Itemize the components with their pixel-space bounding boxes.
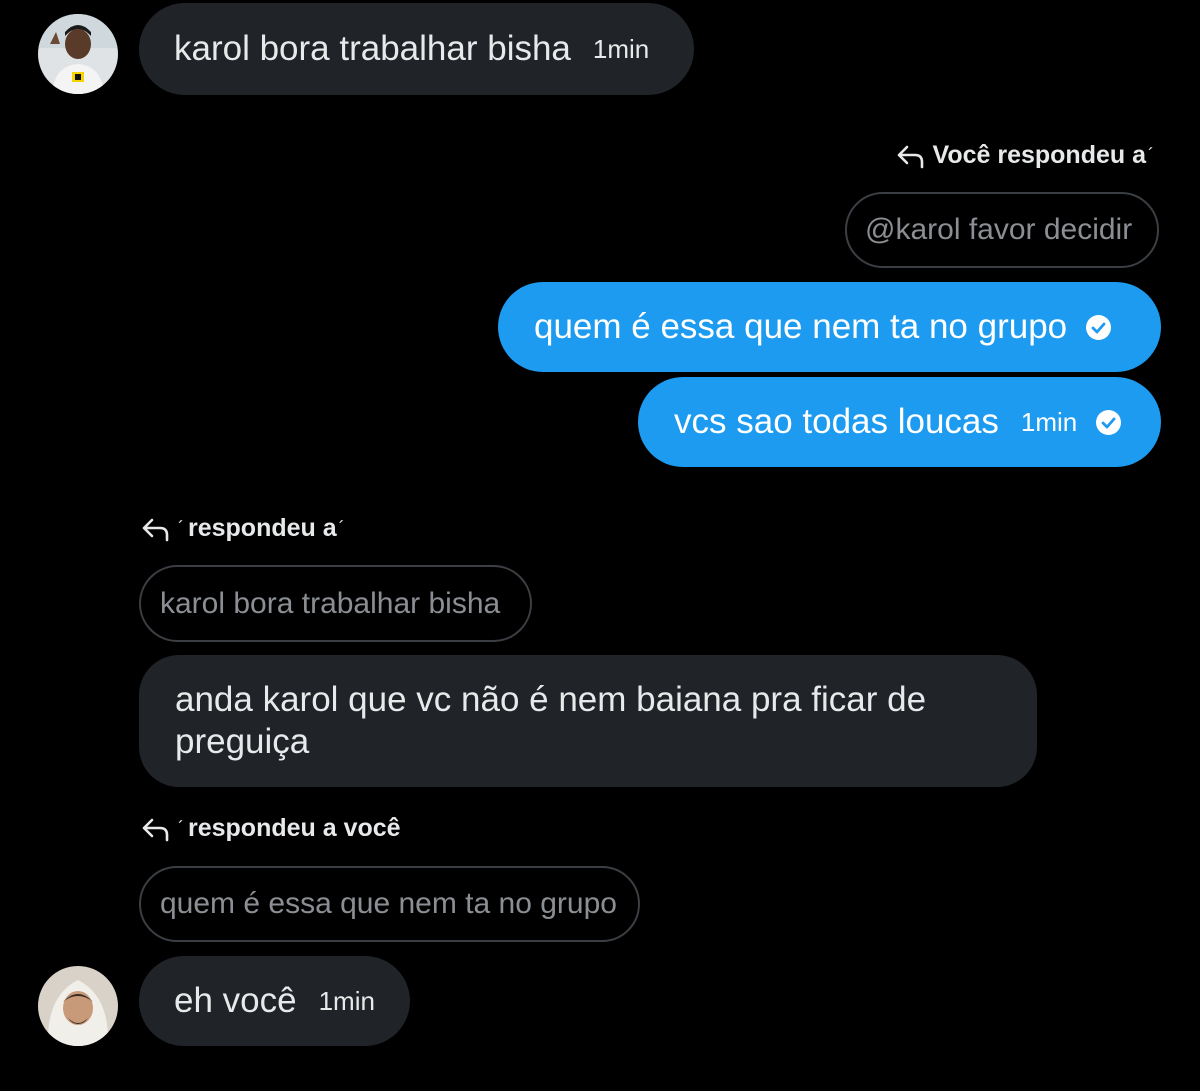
message-time: 1min (592, 34, 650, 64)
quote-text: @karol favor decidir (865, 213, 1133, 246)
message-time: 1min (318, 986, 375, 1016)
message-bubble-4[interactable]: vcs sao todas loucas 1min (638, 377, 1161, 467)
message-bubble-3[interactable]: quem é essa que nem ta no grupo (498, 282, 1161, 372)
sender-avatar-8[interactable] (38, 966, 118, 1046)
message-bubble-8[interactable]: eh você 1min (139, 956, 410, 1046)
reply-header-5: ´ respondeu a ´ (140, 514, 345, 543)
message-bubble-6[interactable]: anda karol que vc não é nem baiana pra f… (139, 655, 1037, 787)
reply-header-text: respondeu a (188, 514, 337, 542)
message-text: anda karol que vc não é nem baiana pra f… (175, 680, 927, 761)
reply-header-text: Você respondeu a (932, 141, 1147, 169)
message-text: vcs sao todas loucas (674, 402, 999, 441)
quote-text: quem é essa que nem ta no grupo (160, 887, 617, 920)
reply-header-2: Você respondeu a ´ (895, 141, 1154, 170)
reply-arrow-icon (895, 143, 925, 169)
quoted-message-5[interactable]: karol bora trabalhar bisha (139, 565, 532, 642)
message-time: 1min (1020, 407, 1078, 437)
reply-header-text: respondeu a você (188, 814, 401, 842)
quote-text: karol bora trabalhar bisha (160, 586, 501, 620)
reply-arrow-icon (140, 816, 170, 842)
reply-arrow-icon (140, 516, 170, 542)
quoted-message-2[interactable]: @karol favor decidir (845, 192, 1159, 268)
quoted-message-7[interactable]: quem é essa que nem ta no grupo (139, 866, 640, 942)
message-text: karol bora trabalhar bisha (174, 29, 571, 68)
message-text: quem é essa que nem ta no grupo (534, 307, 1068, 346)
check-circle-icon (1095, 409, 1122, 436)
message-bubble-1[interactable]: karol bora trabalhar bisha 1min (139, 3, 694, 95)
message-text: eh você (174, 981, 297, 1020)
sender-avatar-1[interactable] (38, 14, 118, 94)
reply-header-7: ´ respondeu a você (140, 814, 401, 843)
check-circle-icon (1085, 314, 1112, 341)
